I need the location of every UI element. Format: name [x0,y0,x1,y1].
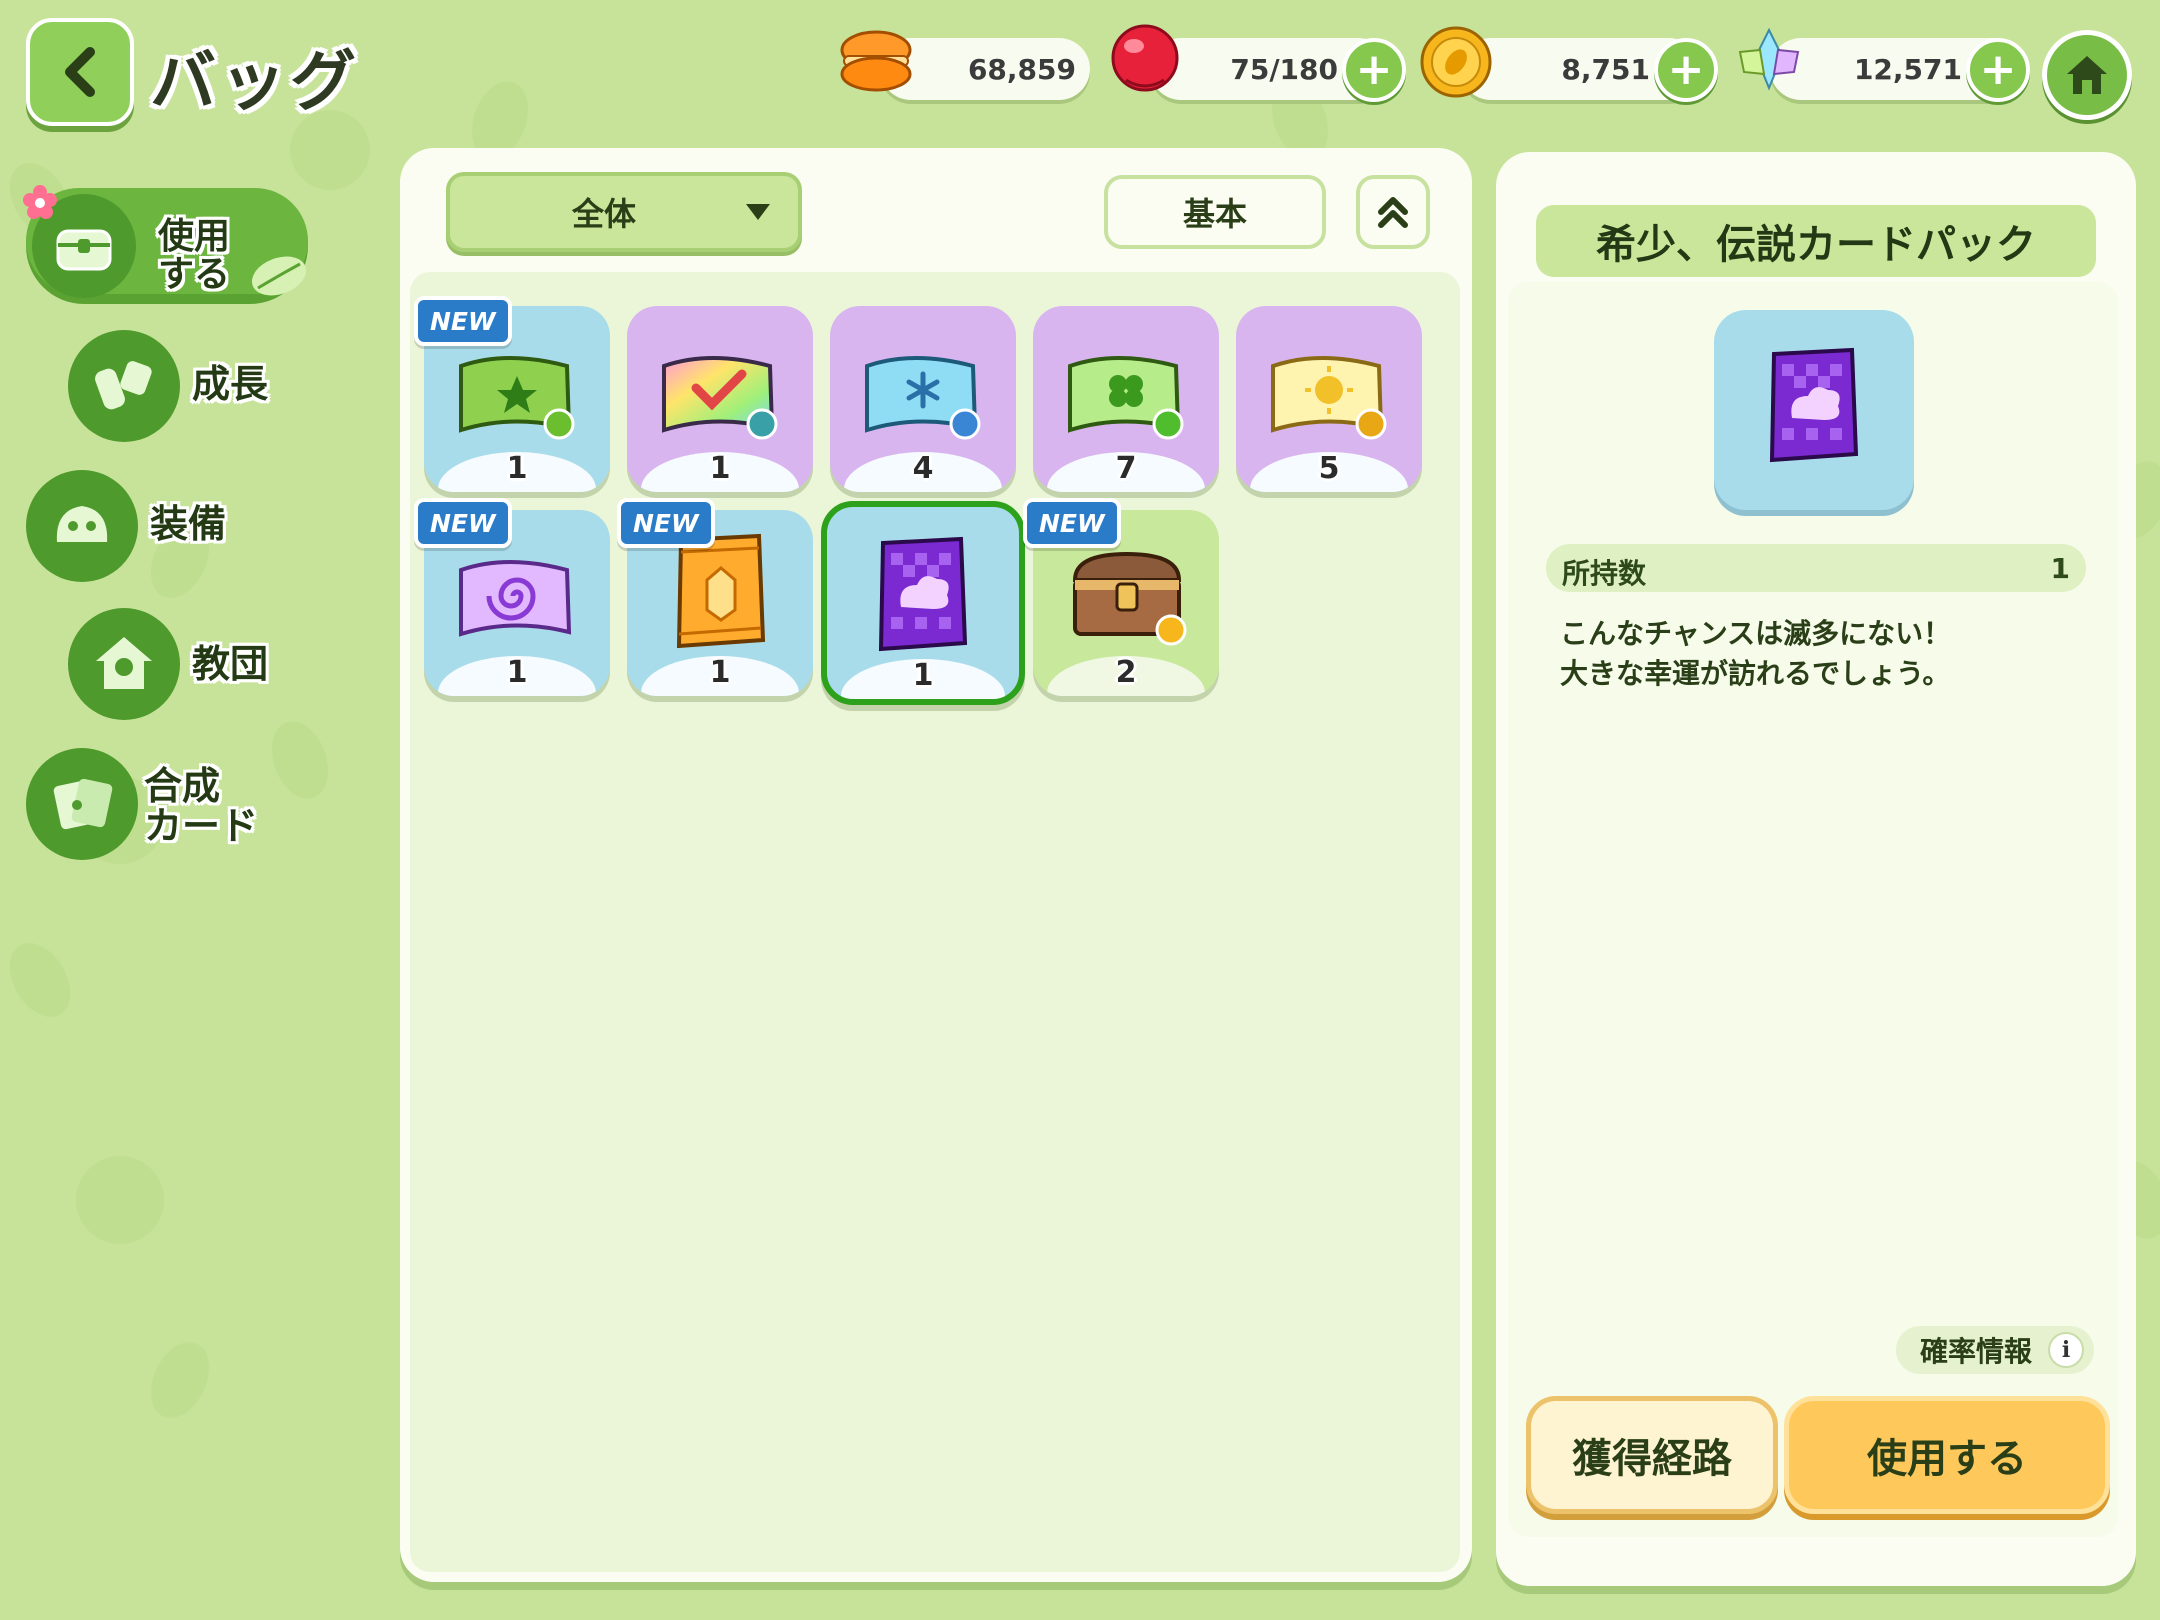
purple-card-pack-preview-icon [1769,347,1859,463]
description-line-1: こんなチャンスは滅多にない！ [1560,617,1952,650]
purple-swirl-card-icon [459,560,572,637]
use-button[interactable]: 使用する [1784,1396,2110,1514]
new-badge: NEW [414,498,512,548]
macaron-icon [840,30,912,92]
item-count: 1 [506,451,528,486]
house-icon [96,637,152,689]
item-count: 4 [912,451,934,486]
currency-macaron-value: 68,859 [967,53,1076,86]
yellow-sun-card-icon [1271,356,1387,440]
sort-button[interactable]: 基本 [1104,175,1326,249]
item-count: 1 [709,655,731,690]
item-count: 5 [1318,451,1340,486]
add-candy-button[interactable]: + [1342,38,1406,102]
sidebar-item-cult[interactable] [68,608,180,720]
collapse-button[interactable] [1356,175,1430,249]
sidebar-label-use: 使用 する [158,216,231,295]
description-line-2: 大きな幸運が訪れるでしょう。 [1560,657,1951,690]
home-icon [2067,56,2107,94]
item-purple-card-pack-selected[interactable]: 1 [821,501,1025,705]
sidebar-item-growth[interactable] [68,330,180,442]
sidebar-item-equipment[interactable] [26,470,138,582]
sidebar-label-synthesis-card: 合成 カード [144,764,259,848]
sidebar-label-growth: 成長 [192,362,269,406]
detail-item-preview [1714,310,1914,510]
back-button[interactable] [26,18,134,126]
item-blue-snowflake-card[interactable]: 4 [830,306,1016,492]
chest-icon [56,229,112,271]
item-rainbow-check-card[interactable]: 1 [627,306,813,492]
filter-dropdown[interactable]: 全体 [446,172,802,252]
notification-flower-icon [23,185,57,219]
green-star-card-icon [459,356,575,440]
sidebar-label-cult: 教団 [192,642,269,686]
currency-crystal-value: 12,571 [1853,53,1962,86]
probability-label: 確率情報 [1920,1335,2033,1368]
home-button[interactable] [2042,30,2132,120]
owned-label: 所持数 [1562,557,1647,590]
item-count: 2 [1115,655,1137,690]
green-clover-card-icon [1068,356,1184,440]
info-icon: i [2048,1332,2084,1368]
item-count: 1 [506,655,528,690]
dropdown-caret-icon [746,204,770,220]
item-green-clover-card[interactable]: 7 [1033,306,1219,492]
item-count: 1 [912,658,934,693]
treasure-chest-icon [1072,551,1187,646]
purple-card-pack-icon [878,536,968,652]
card-icon [53,778,113,830]
probability-info-button[interactable]: 確率情報 i [1896,1326,2094,1374]
currency-candy-value: 75/180 [1230,53,1338,86]
double-chevron-up-icon [1378,197,1408,228]
rainbow-check-card-icon [662,356,778,440]
new-badge: NEW [617,498,715,548]
potion-icon [95,361,152,410]
currency-coin-value: 8,751 [1561,53,1650,86]
sidebar-label-equipment: 装備 [150,502,227,546]
hat-icon [56,506,108,542]
acquisition-route-button[interactable]: 獲得経路 [1526,1396,1778,1514]
detail-title: 希少、伝説カードパック [1536,205,2096,277]
gold-coin-icon [1420,26,1492,98]
item-description: こんなチャンスは滅多にない！ 大きな幸運が訪れるでしょう。 [1560,614,2060,694]
filter-dropdown-value: 全体 [571,195,636,233]
sidebar-item-synthesis-card[interactable] [26,748,138,860]
blue-snowflake-card-icon [865,356,981,440]
item-count: 7 [1115,451,1137,486]
add-crystal-button[interactable]: + [1966,38,2030,102]
item-yellow-sun-card[interactable]: 5 [1236,306,1422,492]
leaf-icon [251,256,307,296]
owned-count-row: 所持数 1 [1546,544,2086,592]
red-candy-icon [1111,24,1179,92]
owned-value: 1 [2050,552,2070,585]
new-badge: NEW [1023,498,1121,548]
add-coin-button[interactable]: + [1654,38,1718,102]
page-title: バッグ [150,43,360,120]
crystal-icon [1738,27,1800,91]
back-arrow-icon [65,47,95,97]
new-badge: NEW [414,296,512,346]
item-count: 1 [709,451,731,486]
